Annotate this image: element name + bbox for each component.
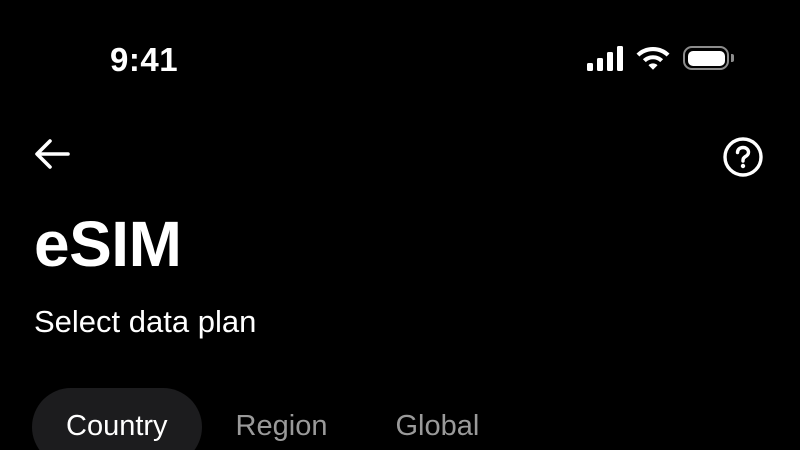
- page-title: eSIM: [34, 208, 182, 280]
- page-subtitle: Select data plan: [34, 304, 257, 339]
- tab-country[interactable]: Country: [32, 388, 202, 450]
- plan-tabs: Country Region Global: [32, 388, 513, 450]
- back-button[interactable]: [30, 134, 74, 174]
- status-time: 9:41: [110, 41, 179, 78]
- cellular-signal-icon: [587, 45, 623, 71]
- help-button[interactable]: [722, 136, 764, 178]
- esim-screen: 9:41 eSIM Select data plan Country Regio…: [0, 0, 800, 450]
- status-icons: [587, 44, 734, 72]
- question-circle-icon: [723, 137, 763, 177]
- tab-global[interactable]: Global: [361, 388, 513, 450]
- battery-icon: [683, 46, 734, 70]
- tab-region[interactable]: Region: [202, 388, 362, 450]
- wifi-icon: [636, 47, 670, 70]
- arrow-left-icon: [35, 139, 70, 169]
